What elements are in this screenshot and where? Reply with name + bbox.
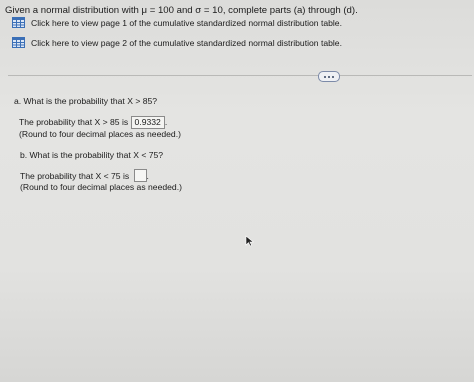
part-a-answer-field[interactable]: 0.9332: [130, 116, 165, 129]
problem-statement: Given a normal distribution with μ = 100…: [5, 5, 358, 16]
part-a-answer-prefix: The probability that X > 85 is: [19, 117, 129, 127]
part-b-round-note: (Round to four decimal places as needed.…: [20, 182, 182, 192]
part-b-answer-prefix: The probability that X < 75 is: [20, 171, 130, 181]
table-page-2-link[interactable]: Click here to view page 2 of the cumulat…: [12, 37, 342, 48]
expand-more-button[interactable]: [318, 71, 340, 82]
table-icon: [12, 37, 25, 48]
table-page-1-link[interactable]: Click here to view page 1 of the cumulat…: [12, 17, 342, 28]
part-a-round-note: (Round to four decimal places as needed.…: [19, 129, 181, 139]
part-a-answer-line: The probability that X > 85 is 0.9332.: [19, 116, 167, 129]
part-a-answer-suffix: .: [164, 117, 168, 127]
table-page-2-label[interactable]: Click here to view page 2 of the cumulat…: [31, 38, 342, 48]
table-icon: [12, 17, 25, 28]
table-page-1-label[interactable]: Click here to view page 1 of the cumulat…: [31, 18, 342, 28]
section-divider: [8, 75, 472, 76]
part-b-answer-suffix: .: [146, 171, 149, 181]
part-b-answer-line: The probability that X < 75 is .: [20, 169, 149, 182]
ellipsis-icon: [324, 75, 326, 78]
part-b-question: b. What is the probability that X < 75?: [20, 150, 164, 160]
mouse-pointer-icon: [245, 235, 255, 247]
part-b-answer-field[interactable]: [133, 169, 147, 182]
part-a-question: a. What is the probability that X > 85?: [14, 96, 158, 106]
